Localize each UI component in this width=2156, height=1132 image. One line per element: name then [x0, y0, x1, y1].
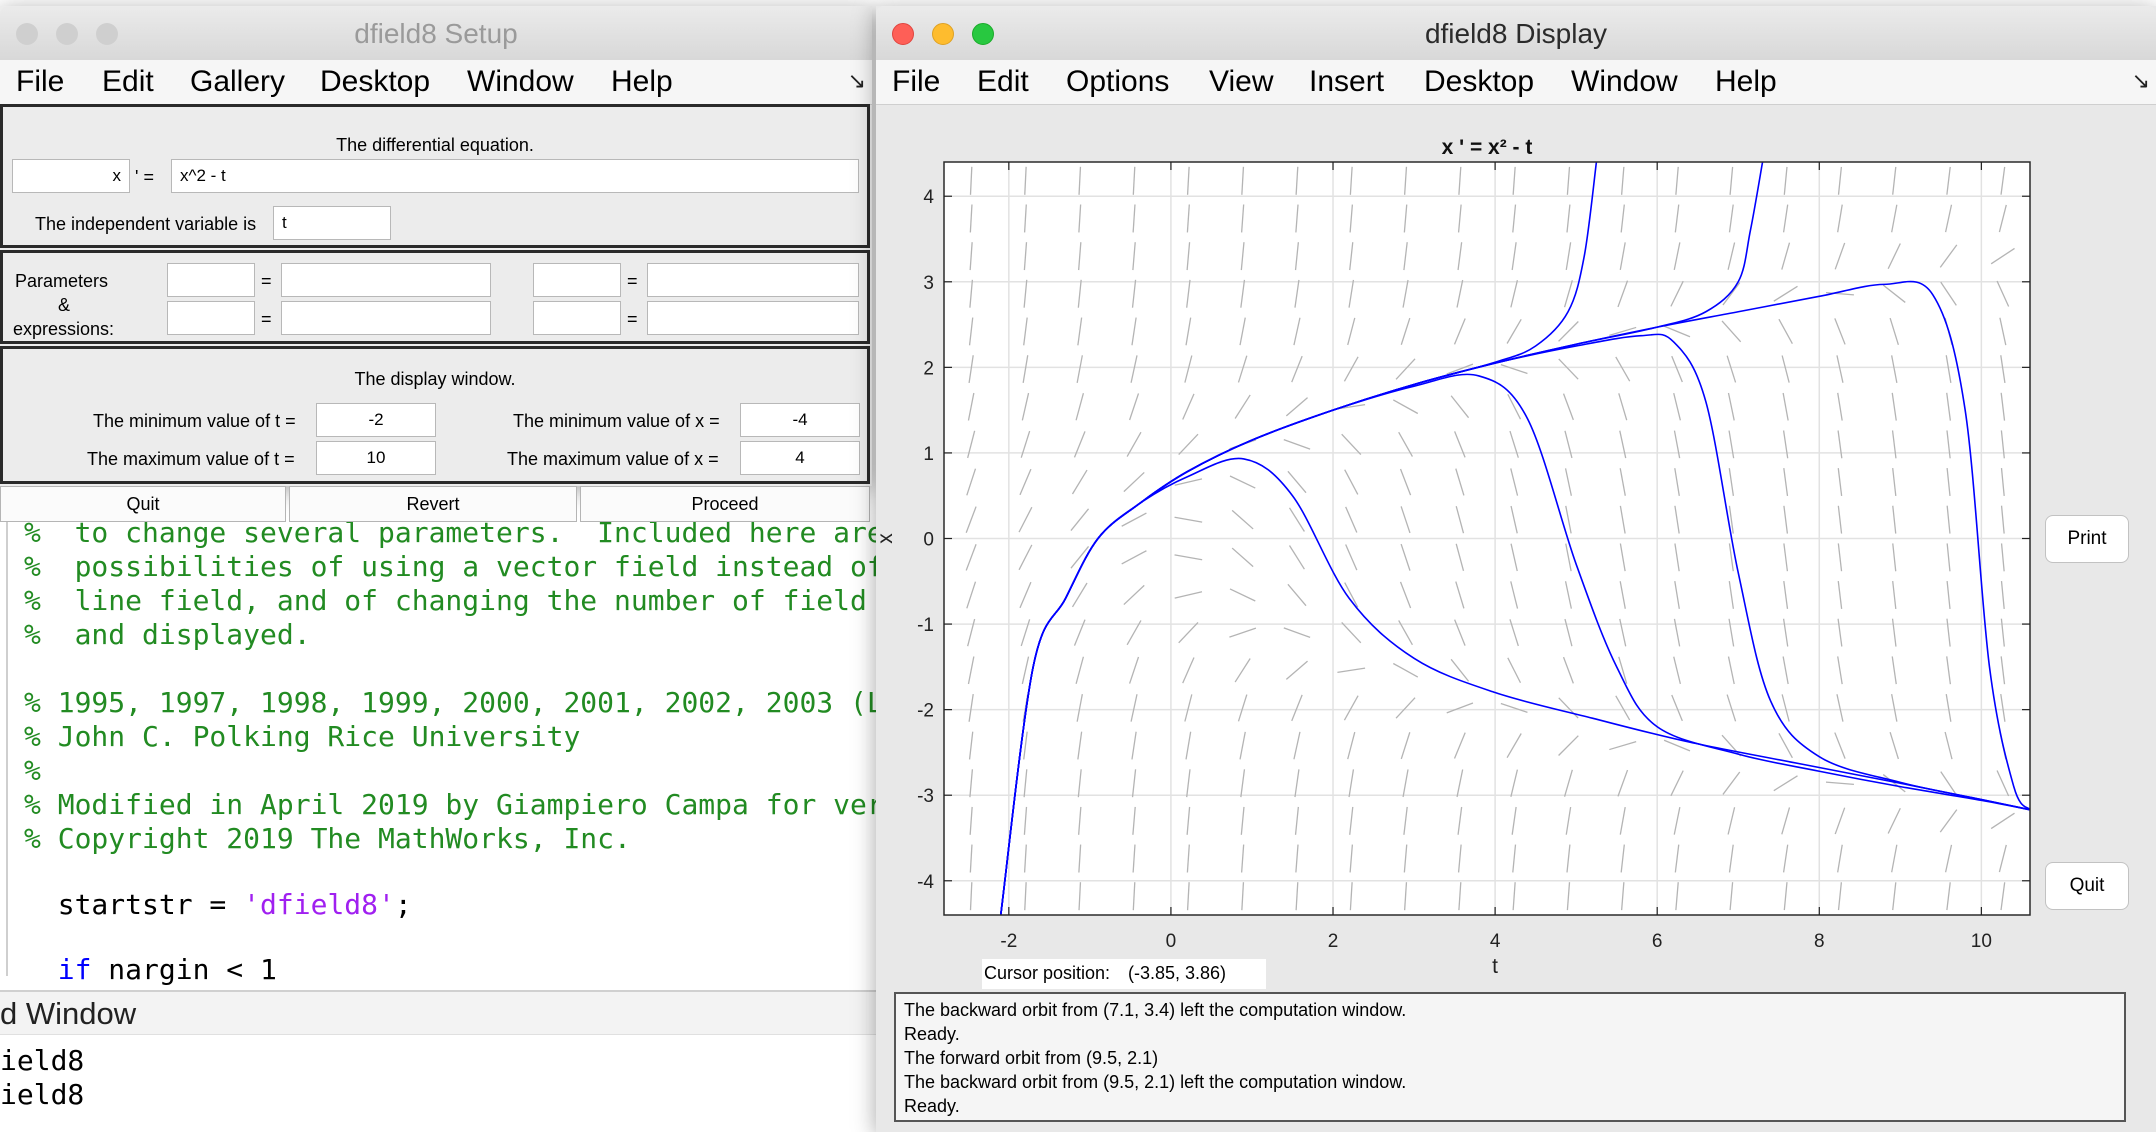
setup-window: dfield8 Setup File Edit Gallery Desktop …: [0, 6, 872, 522]
param-value-field-1[interactable]: [281, 263, 491, 297]
code-startstr-value: 'dfield8': [243, 888, 395, 921]
menu-options[interactable]: Options: [1066, 65, 1169, 99]
menu-help[interactable]: Help: [611, 65, 673, 99]
code-comment-line: %: [24, 754, 41, 787]
param-name-field-4[interactable]: [533, 301, 621, 335]
code-line-startstr: startstr = 'dfield8';: [24, 888, 412, 921]
code-comment-line: % Copyright 2019 The MathWorks, Inc.: [24, 822, 631, 855]
menu-insert[interactable]: Insert: [1309, 65, 1384, 99]
code-comment-line: % John C. Polking Rice University: [24, 720, 581, 753]
menu-file[interactable]: File: [892, 65, 940, 99]
param-name-field-1[interactable]: [167, 263, 255, 297]
revert-button[interactable]: Revert: [289, 486, 577, 522]
tmin-label: The minimum value of t =: [93, 411, 296, 431]
equals-sign: =: [627, 309, 638, 329]
code-comment-line: % and displayed.: [24, 618, 311, 651]
param-name-field-2[interactable]: [533, 263, 621, 297]
cursor-position-value: (-3.85, 3.86): [1128, 963, 1227, 983]
message-line-5: Ready.: [904, 1096, 960, 1116]
menu-window[interactable]: Window: [467, 65, 574, 99]
display-window-panel: The display window. The minimum value of…: [0, 346, 870, 484]
menu-view[interactable]: View: [1209, 65, 1273, 99]
setup-quit-button[interactable]: Quit: [0, 486, 286, 522]
command-window-header: d Window: [0, 990, 880, 1035]
setup-titlebar: dfield8 Setup: [0, 6, 872, 61]
cursor-position-label: Cursor position:: [984, 963, 1111, 983]
display-quit-button[interactable]: Quit: [2045, 862, 2129, 910]
print-button[interactable]: Print: [2045, 515, 2129, 563]
display-titlebar: dfield8 Display: [876, 6, 2156, 61]
prime-equals-label: ' =: [135, 167, 154, 187]
menu-edit[interactable]: Edit: [102, 65, 154, 99]
setup-window-title: dfield8 Setup: [354, 18, 518, 49]
code-comment-line: % possibilities of using a vector field …: [24, 550, 884, 583]
menu-gallery[interactable]: Gallery: [190, 65, 285, 99]
tmax-label: The maximum value of t =: [87, 449, 295, 469]
display-window-title: dfield8 Display: [1424, 18, 1608, 49]
dependent-variable-field[interactable]: x: [12, 159, 130, 193]
parameters-label: Parameters: [15, 271, 109, 291]
code-startstr-end: ;: [394, 888, 412, 921]
dock-arrow-icon[interactable]: ↘: [848, 68, 866, 94]
command-line-1: ield8: [0, 1044, 85, 1077]
ampersand-label: &: [58, 295, 71, 315]
tmax-field[interactable]: 10: [316, 441, 436, 475]
display-menubar: File Edit Options View Insert Desktop Wi…: [876, 60, 2156, 105]
code-comment-line: % line field, and of changing the number…: [24, 584, 901, 617]
setup-menubar: File Edit Gallery Desktop Window Help ↘: [0, 60, 872, 105]
menu-help[interactable]: Help: [1715, 65, 1777, 99]
xmin-label: The minimum value of x =: [513, 411, 720, 431]
menu-window[interactable]: Window: [1571, 65, 1678, 99]
message-line-2: Ready.: [904, 1024, 960, 1044]
param-value-field-4[interactable]: [647, 301, 859, 335]
message-box: The backward orbit from (7.1, 3.4) left …: [894, 992, 2126, 1122]
xmax-label: The maximum value of x =: [507, 449, 719, 469]
code-if-rest: nargin < 1: [91, 953, 277, 986]
dock-arrow-icon[interactable]: ↘: [2132, 68, 2150, 94]
param-name-field-3[interactable]: [167, 301, 255, 335]
independent-variable-field[interactable]: t: [273, 206, 391, 240]
equals-sign: =: [261, 271, 272, 291]
message-line-3: The forward orbit from (9.5, 2.1): [904, 1048, 1159, 1068]
proceed-button[interactable]: Proceed: [580, 486, 870, 522]
equals-sign: =: [261, 309, 272, 329]
command-window-title: d Window: [0, 996, 137, 1031]
code-comment-line: % Modified in April 2019 by Giampiero Ca…: [24, 788, 901, 821]
param-value-field-3[interactable]: [281, 301, 491, 335]
equation-rhs-field[interactable]: x^2 - t: [171, 159, 859, 193]
equation-title: The differential equation.: [336, 135, 534, 155]
cursor-position-box: Cursor position: (-3.85, 3.86): [982, 959, 1266, 989]
code-keyword-if: if: [24, 953, 92, 986]
message-line-4: The backward orbit from (9.5, 2.1) left …: [904, 1072, 1407, 1092]
code-startstr-lhs: startstr =: [24, 888, 244, 921]
display-window-title: The display window.: [354, 369, 516, 389]
independent-variable-label: The independent variable is: [35, 214, 257, 234]
parameters-panel: Parameters & expressions: = = = =: [0, 250, 870, 344]
expressions-label: expressions:: [13, 319, 115, 339]
code-line-if: if nargin < 1: [24, 953, 277, 986]
tmin-field[interactable]: -2: [316, 403, 436, 437]
menu-file[interactable]: File: [16, 65, 64, 99]
code-comment-line: % 1995, 1997, 1998, 1999, 2000, 2001, 20…: [24, 686, 901, 719]
editor-gutter-line: [6, 506, 8, 976]
menu-edit[interactable]: Edit: [977, 65, 1029, 99]
message-line-1: The backward orbit from (7.1, 3.4) left …: [904, 1000, 1407, 1020]
param-value-field-2[interactable]: [647, 263, 859, 297]
xmin-field[interactable]: -4: [740, 403, 860, 437]
command-line-2: ield8: [0, 1078, 85, 1111]
menu-desktop[interactable]: Desktop: [1424, 65, 1534, 99]
equals-sign: =: [627, 271, 638, 291]
xmax-field[interactable]: 4: [740, 441, 860, 475]
menu-desktop[interactable]: Desktop: [320, 65, 430, 99]
equation-panel: The differential equation. x ' = x^2 - t…: [0, 104, 870, 248]
